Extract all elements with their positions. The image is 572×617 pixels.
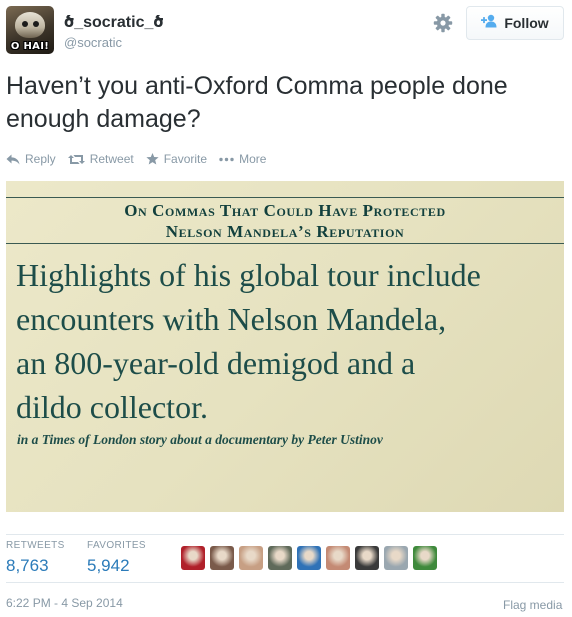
stats-divider-bottom bbox=[6, 582, 564, 583]
avatar-face bbox=[15, 12, 45, 38]
tweet-photo[interactable]: On Commas That Could Have Protected Nels… bbox=[6, 181, 564, 512]
stats-divider-top bbox=[6, 534, 564, 535]
retweets-stat[interactable]: RETWEETS 8,763 bbox=[6, 540, 65, 576]
photo-quote-line: Highlights of his global tour include bbox=[16, 257, 481, 293]
add-person-icon bbox=[481, 14, 499, 33]
favoriter-avatar[interactable] bbox=[326, 546, 350, 570]
favoriter-avatar[interactable] bbox=[413, 546, 437, 570]
reply-button[interactable]: Reply bbox=[6, 152, 56, 166]
screen-name[interactable]: @socratic bbox=[64, 35, 122, 50]
flag-media-link[interactable]: Flag media bbox=[503, 598, 562, 612]
photo-quote-line: dildo collector. bbox=[16, 389, 208, 425]
avatar-eye bbox=[33, 21, 39, 27]
reply-label: Reply bbox=[25, 152, 56, 166]
favoriter-avatar[interactable] bbox=[210, 546, 234, 570]
favorites-count: 5,942 bbox=[87, 556, 130, 575]
photo-rule-top bbox=[6, 197, 564, 198]
photo-attribution: in a Times of London story about a docum… bbox=[17, 432, 383, 447]
retweet-button[interactable]: Retweet bbox=[67, 152, 134, 166]
avatar-eye bbox=[22, 21, 28, 27]
favoriter-avatar[interactable] bbox=[268, 546, 292, 570]
more-label: More bbox=[239, 152, 267, 166]
favorites-label: FAVORITES bbox=[87, 540, 146, 551]
favoriter-avatar[interactable] bbox=[239, 546, 263, 570]
photo-quote: Highlights of his global tour include en… bbox=[16, 253, 561, 429]
favoriter-avatar[interactable] bbox=[181, 546, 205, 570]
retweet-label: Retweet bbox=[89, 152, 134, 166]
retweet-icon bbox=[67, 154, 85, 164]
tweet-text: Haven’t you anti-Oxford Comma people don… bbox=[6, 72, 508, 133]
favorite-button[interactable]: Favorite bbox=[146, 152, 207, 166]
photo-headline-line1: On Commas That Could Have Protected bbox=[124, 201, 446, 220]
photo-quote-line: an 800-year-old demigod and a bbox=[16, 345, 416, 381]
display-name[interactable]: ծ_socratic_ծ bbox=[64, 12, 164, 32]
more-button[interactable]: More bbox=[219, 152, 266, 166]
favorites-stat[interactable]: FAVORITES 5,942 bbox=[87, 540, 146, 576]
star-icon bbox=[146, 153, 159, 165]
favoriter-avatar[interactable] bbox=[355, 546, 379, 570]
reply-icon bbox=[6, 154, 20, 164]
follow-button[interactable]: Follow bbox=[466, 6, 564, 40]
gear-icon[interactable] bbox=[432, 12, 454, 34]
favoriter-avatar[interactable] bbox=[297, 546, 321, 570]
retweets-count: 8,763 bbox=[6, 556, 49, 575]
avatar-caption: O HAI! bbox=[10, 41, 50, 52]
more-icon bbox=[219, 157, 234, 161]
tweet-actions: Reply Retweet Favorite More bbox=[6, 152, 266, 166]
tweet-timestamp[interactable]: 6:22 PM - 4 Sep 2014 bbox=[6, 596, 123, 610]
favorite-label: Favorite bbox=[163, 152, 208, 166]
follow-label: Follow bbox=[504, 15, 549, 31]
photo-headline-line2: Nelson Mandela’s Reputation bbox=[165, 222, 405, 241]
favoriter-avatar[interactable] bbox=[384, 546, 408, 570]
avatar[interactable]: O HAI! bbox=[6, 6, 54, 54]
photo-quote-line: encounters with Nelson Mandela, bbox=[16, 301, 447, 337]
retweets-label: RETWEETS bbox=[6, 540, 65, 551]
photo-rule-bottom bbox=[6, 243, 564, 244]
